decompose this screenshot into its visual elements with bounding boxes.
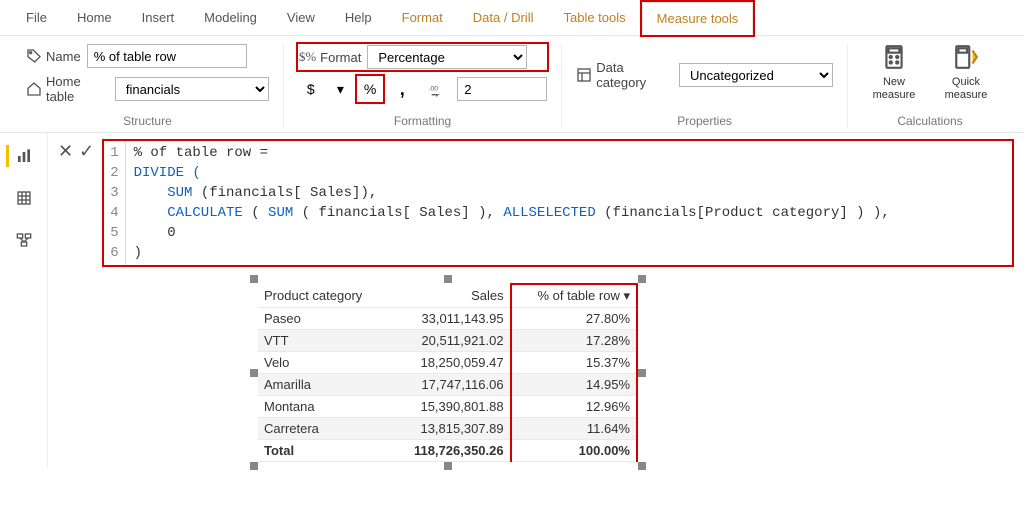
svg-text:.00: .00 <box>429 85 439 92</box>
table-icon <box>16 190 32 206</box>
category-icon <box>576 67 592 83</box>
formula-code[interactable]: % of table row = DIVIDE ( SUM (financial… <box>126 141 898 265</box>
group-properties: Data category Uncategorized Properties <box>562 44 848 128</box>
table-row: Amarilla17,747,116.0614.95% <box>258 374 637 396</box>
model-view-button[interactable] <box>10 229 38 251</box>
table-row: Carretera13,815,307.8911.64% <box>258 418 637 440</box>
table-total-row: Total118,726,350.26100.00% <box>258 440 637 462</box>
comma-icon: , <box>400 79 405 100</box>
new-measure-button[interactable]: New measure <box>862 44 926 106</box>
tab-modeling[interactable]: Modeling <box>190 2 271 33</box>
calculator-icon <box>881 44 907 74</box>
tab-help[interactable]: Help <box>331 2 386 33</box>
sort-desc-icon: ▾ <box>623 288 630 303</box>
data-view-button[interactable] <box>10 187 38 209</box>
table-row: Velo18,250,059.4715.37% <box>258 352 637 374</box>
tab-view[interactable]: View <box>273 2 329 33</box>
tab-home[interactable]: Home <box>63 2 126 33</box>
table-header-row: Product category Sales % of table row ▾ <box>258 284 637 308</box>
table-row: Paseo33,011,143.9527.80% <box>258 308 637 330</box>
group-structure: Name Home table financials Structure <box>12 44 284 128</box>
tab-measure-tools[interactable]: Measure tools <box>642 2 754 35</box>
tab-file[interactable]: File <box>12 2 61 33</box>
table-row: VTT20,511,921.0217.28% <box>258 330 637 352</box>
group-calculations-label: Calculations <box>897 114 962 128</box>
group-calculations: New measure Quick measure Calculations <box>848 44 1012 128</box>
tab-format[interactable]: Format <box>388 2 457 33</box>
group-formatting-label: Formatting <box>394 114 451 128</box>
tab-insert[interactable]: Insert <box>128 2 189 33</box>
table-row: Montana15,390,801.8812.96% <box>258 396 637 418</box>
currency-button[interactable]: $ <box>298 76 324 102</box>
col-sales[interactable]: Sales <box>389 284 511 308</box>
name-label: Name <box>26 48 81 64</box>
tab-table-tools[interactable]: Table tools <box>549 2 639 33</box>
line-gutter: 123456 <box>104 141 125 265</box>
canvas-area: ✕ ✓ 123456 % of table row = DIVIDE ( SUM… <box>0 133 1024 468</box>
home-table-label: Home table <box>26 74 109 104</box>
format-select[interactable]: Percentage <box>367 45 527 69</box>
decimal-places-input[interactable] <box>457 77 547 101</box>
col-product-category[interactable]: Product category <box>258 284 389 308</box>
currency-dropdown[interactable]: ▾ <box>330 76 351 102</box>
tag-icon <box>26 48 42 64</box>
cancel-formula-button[interactable]: ✕ <box>58 141 73 162</box>
bar-chart-icon <box>16 148 32 164</box>
report-view-button[interactable] <box>6 145 34 167</box>
measure-name-input[interactable] <box>87 44 247 68</box>
data-category-label: Data category <box>576 60 673 90</box>
table-visual[interactable]: Product category Sales % of table row ▾ … <box>258 283 638 462</box>
view-switcher <box>0 133 48 468</box>
format-label: $% Format <box>299 49 362 65</box>
decimal-icon: .00 <box>428 81 444 97</box>
percent-button[interactable]: % <box>357 76 383 102</box>
home-icon <box>26 81 42 97</box>
commit-formula-button[interactable]: ✓ <box>79 141 94 162</box>
tab-data-drill[interactable]: Data / Drill <box>459 2 548 33</box>
data-category-select[interactable]: Uncategorized <box>679 63 833 87</box>
formula-editor[interactable]: 123456 % of table row = DIVIDE ( SUM (fi… <box>102 139 1014 267</box>
model-icon <box>16 232 32 248</box>
group-properties-label: Properties <box>677 114 732 128</box>
group-formatting: $% Format Percentage $ ▾ % , .00 Formatt… <box>284 44 562 128</box>
quick-measure-button[interactable]: Quick measure <box>934 44 998 106</box>
ribbon-tabs: File Home Insert Modeling View Help Form… <box>0 0 1024 36</box>
col-percent-table-row[interactable]: % of table row ▾ <box>511 284 637 308</box>
thousands-separator-button[interactable]: , <box>389 76 415 102</box>
home-table-select[interactable]: financials <box>115 77 269 101</box>
format-icon: $% <box>299 49 316 65</box>
quick-measure-icon <box>953 44 979 74</box>
ribbon: Name Home table financials Structure $% <box>0 36 1024 133</box>
group-structure-label: Structure <box>123 114 172 128</box>
decimal-decrease-button[interactable]: .00 <box>421 76 451 102</box>
